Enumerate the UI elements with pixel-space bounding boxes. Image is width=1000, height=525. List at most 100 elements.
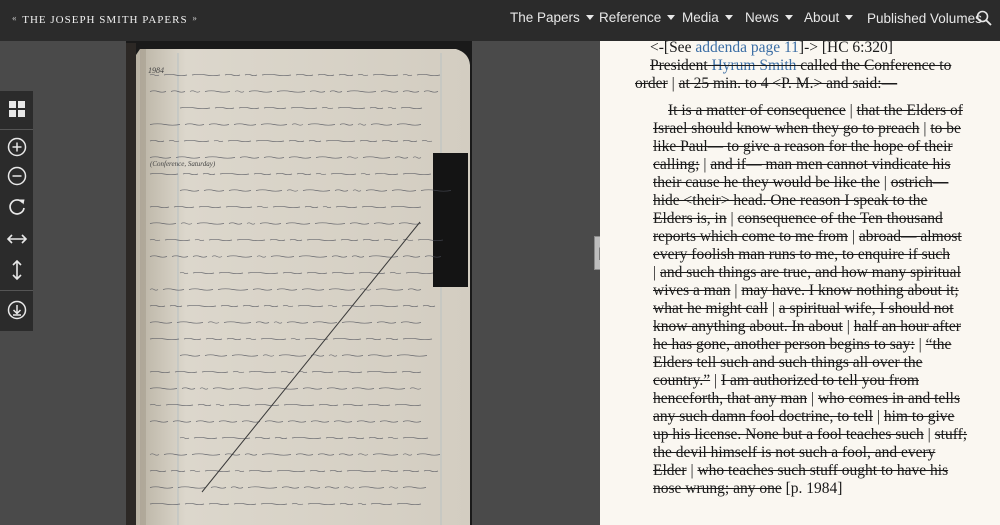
toolbar-divider <box>0 290 33 291</box>
transcript-segment: | <box>872 408 884 425</box>
chevron-down-icon <box>585 14 594 20</box>
transcript-segment: up his license. None but a fool teaches … <box>653 426 924 443</box>
transcript-line: Elder | who teaches such stuff ought to … <box>653 462 948 480</box>
transcript-segment: President <box>650 57 712 74</box>
transcript-line: It is a matter of consequence | that the… <box>668 102 963 120</box>
rotate-icon <box>8 199 25 215</box>
chevron-down-icon <box>845 14 854 20</box>
transcript-line: nose wrung; any one [p. 1984] <box>653 480 842 498</box>
transcript-segment: It is a matter of consequence <box>668 102 846 119</box>
chevron-down-icon <box>784 14 793 20</box>
transcript-segment: like Paul— to give a reason for the hope… <box>653 138 953 155</box>
transcript-segment: what he might call <box>653 300 768 317</box>
transcript-segment: | <box>710 372 721 389</box>
transcript-segment: him to give <box>883 408 955 425</box>
nav-news[interactable]: News <box>745 10 793 25</box>
transcript-segment: ]-> [HC 6:320] <box>798 41 893 56</box>
transcript-segment: called the Conference to <box>796 57 952 74</box>
transcript-segment: nose wrung; any one <box>653 480 782 497</box>
transcript-segment: | <box>767 300 779 317</box>
transcript-segment: country.” <box>653 372 711 389</box>
transcript-segment: Israel should know when they go to preac… <box>653 120 920 137</box>
transcript-segment: he has gone, another person begins to sa… <box>653 336 915 353</box>
transcript-segment: every foolish man runs to me, to enquire… <box>653 246 951 263</box>
transcript-segment: know anything about. In about <box>653 318 843 335</box>
transcript-line: hide <their> head. One reason I speak to… <box>653 192 927 210</box>
transcript-segment: and if— man men cannot vindicate his <box>710 156 951 173</box>
nav-label: Published Volumes <box>867 11 982 26</box>
download-button[interactable] <box>0 295 33 325</box>
transcript-segment: Elders is, in <box>653 210 727 227</box>
transcript-segment: their cause he they would be like the <box>653 174 880 191</box>
transcript-line: reports which come to me from | abroad— … <box>653 228 962 246</box>
transcript-segment: Elders tell such and such things all ove… <box>653 354 923 371</box>
transcript-segment: henceforth, that any man <box>653 390 808 407</box>
download-icon <box>7 300 26 320</box>
transcript-segment: ostrich— <box>890 174 949 191</box>
nav-reference[interactable]: Reference <box>599 10 676 25</box>
transcript-segment: order <box>635 75 668 92</box>
viewer-toolbar <box>0 91 33 331</box>
transcript-segment: | <box>653 264 660 281</box>
transcript-line: up his license. None but a fool teaches … <box>653 426 967 444</box>
transcript-segment: stuff; <box>934 426 968 443</box>
transcript-link[interactable]: Hyrum Smith <box>712 57 797 74</box>
grid-view-icon <box>8 101 25 117</box>
transcript-line: <-[See addenda page 11]-> [HC 6:320] <box>650 41 893 57</box>
rotate-button[interactable] <box>0 192 33 222</box>
zoom-in-icon <box>7 137 26 157</box>
site-logo[interactable]: « THE JOSEPH SMITH PAPERS » <box>12 11 198 28</box>
chevron-down-icon <box>724 14 733 20</box>
transcript-segment: at 25 min. to 4 <P. M.> and said:— <box>678 75 898 92</box>
zoom-in-button[interactable] <box>0 132 33 162</box>
logo-left-ornament: « <box>12 13 18 23</box>
nav-label: The Papers <box>510 10 580 25</box>
nav-published-volumes[interactable]: Published Volumes <box>867 11 982 26</box>
transcript-line: Elders tell such and such things all ove… <box>653 354 922 372</box>
nav-about[interactable]: About <box>804 10 854 25</box>
manuscript-page-illustration: 1984 (Conference, Saturday) <box>126 41 472 525</box>
transcript-line: calling; | and if— man men cannot vindic… <box>653 156 951 174</box>
chevron-down-icon <box>667 14 676 20</box>
fit-height-icon <box>11 259 22 281</box>
fit-height-button[interactable] <box>0 255 33 285</box>
transcript-line: order | at 25 min. to 4 <P. M.> and said… <box>635 75 897 93</box>
transcript-line: their cause he they would be like the | … <box>653 174 948 192</box>
grid-view-button[interactable] <box>0 94 33 124</box>
fit-width-button[interactable] <box>0 224 33 254</box>
nav-label: Reference <box>599 10 662 25</box>
search-icon[interactable] <box>976 10 992 26</box>
transcript-line: any such damn fool doctrine, to tell | h… <box>653 408 954 426</box>
nav-the-papers[interactable]: The Papers <box>510 10 594 25</box>
transcript-line: Elders is, in | consequence of the Ten t… <box>653 210 943 228</box>
transcript-segment: | <box>667 75 679 92</box>
transcript-segment: | <box>879 174 891 191</box>
transcript-segment: calling; <box>653 156 700 173</box>
nav-media[interactable]: Media <box>682 10 733 25</box>
transcript-segment: | <box>845 102 857 119</box>
transcript-segment: | <box>807 390 818 407</box>
transcript-segment: [p. 1984] <box>781 480 843 497</box>
transcript-segment: hide <their> head. One reason I speak to… <box>653 192 928 209</box>
manuscript-image[interactable]: 1984 (Conference, Saturday) <box>126 41 472 525</box>
transcript-segment: abroad— almost <box>858 228 962 245</box>
transcript-segment: | <box>914 336 926 353</box>
transcript-segment: Elder <box>653 462 687 479</box>
transcript-link[interactable]: addenda page 11 <box>695 41 799 56</box>
logo-text: THE JOSEPH SMITH PAPERS <box>22 14 188 26</box>
zoom-out-button[interactable] <box>0 161 33 191</box>
nav-label: News <box>745 10 779 25</box>
transcript-segment: | <box>730 282 742 299</box>
transcript-line: wives a man | may have. I know nothing a… <box>653 282 959 300</box>
transcript-line: | and such things are true, and how many… <box>653 264 961 282</box>
transcript-segment: half an hour after <box>853 318 961 335</box>
transcript-segment: any such damn fool doctrine, to tell <box>653 408 873 425</box>
transcript-segment: who teaches such stuff ought to have his <box>697 462 949 479</box>
zoom-out-icon <box>7 166 26 186</box>
transcript-line: like Paul— to give a reason for the hope… <box>653 138 953 156</box>
transcript-line: what he might call | a spiritual wife, I… <box>653 300 954 318</box>
transcript-segment: the devil himself is not such a fool, an… <box>653 444 936 461</box>
transcript-segment: that the Elders of <box>856 102 963 119</box>
transcript-segment: to be <box>930 120 961 137</box>
top-navigation-bar: « THE JOSEPH SMITH PAPERS » The Papers R… <box>0 0 1000 41</box>
